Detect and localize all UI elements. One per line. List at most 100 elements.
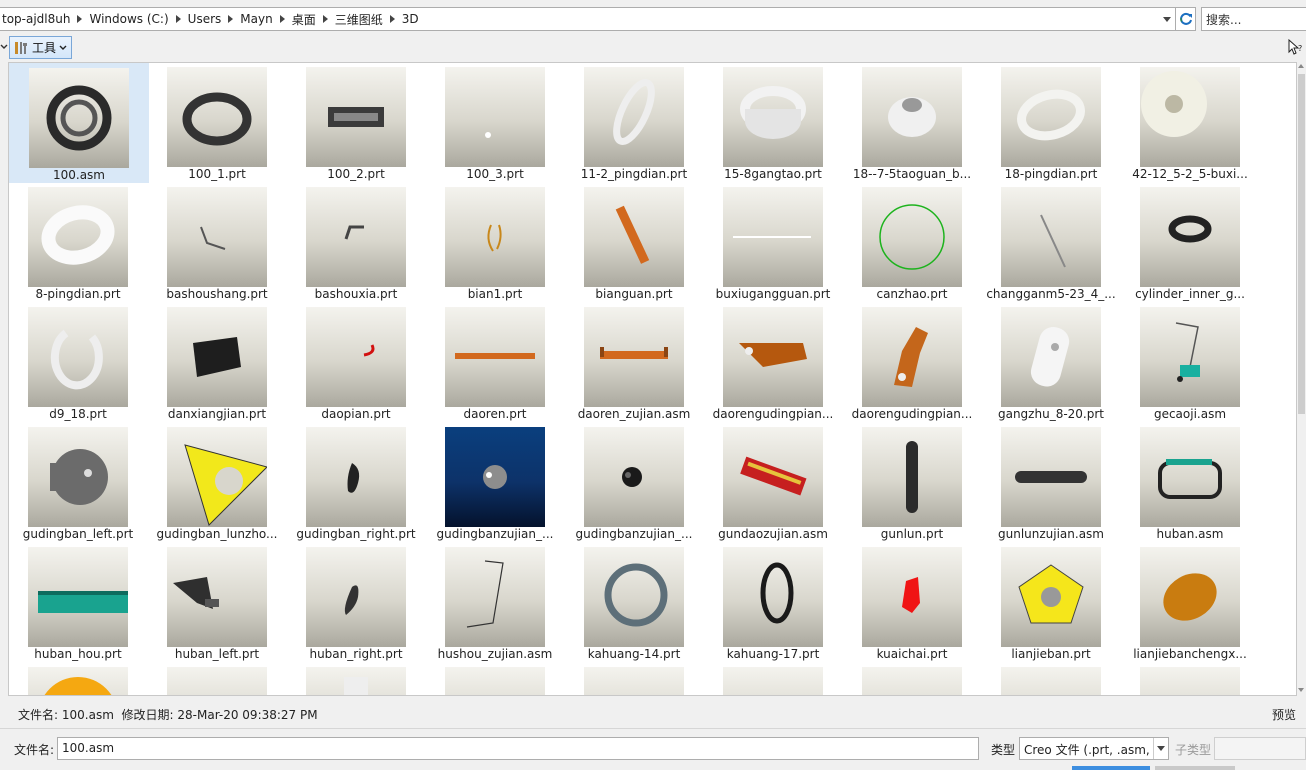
file-name: daoren_zujian.asm — [577, 407, 691, 421]
file-item[interactable]: 100_3.prt — [426, 63, 566, 183]
file-item[interactable]: gudingban_left.prt — [9, 423, 149, 543]
breadcrumb-item[interactable]: Windows (C:) — [89, 12, 168, 26]
file-item[interactable]: daoren.prt — [426, 303, 566, 423]
file-item[interactable]: huban_left.prt — [148, 543, 288, 663]
file-item[interactable] — [426, 663, 566, 695]
file-item[interactable]: kahuang-14.prt — [565, 543, 705, 663]
file-item[interactable]: d9_18.prt — [9, 303, 149, 423]
file-item[interactable]: gudingbanzujian_... — [565, 423, 705, 543]
file-item[interactable]: bianguan.prt — [565, 183, 705, 303]
info-modified-label: 修改日期: — [121, 708, 174, 722]
file-item[interactable]: kuaichai.prt — [843, 543, 983, 663]
tools-menu-button[interactable]: 工具 — [9, 36, 72, 59]
search-input[interactable]: 搜索... — [1201, 7, 1306, 31]
file-type-select[interactable]: Creo 文件 (.prt, .asm, — [1019, 737, 1169, 760]
file-item[interactable]: lianjieban.prt — [982, 543, 1122, 663]
file-item[interactable]: daorengudingpian... — [704, 303, 844, 423]
breadcrumb-item[interactable]: Mayn — [240, 12, 272, 26]
file-item[interactable]: buxiugangguan.prt — [704, 183, 844, 303]
file-item[interactable]: huban_hou.prt — [9, 543, 149, 663]
file-item[interactable]: huban_right.prt — [287, 543, 427, 663]
breadcrumb-item[interactable]: 桌面 — [292, 11, 316, 28]
file-thumbnail — [862, 67, 962, 167]
open-button[interactable] — [1072, 766, 1150, 770]
help-cursor-icon[interactable]: ? — [1288, 39, 1304, 57]
breadcrumb-item[interactable]: Users — [188, 12, 222, 26]
scroll-down-icon[interactable] — [1298, 688, 1304, 692]
file-item[interactable]: changganm5-23_4_... — [982, 183, 1122, 303]
breadcrumb-item[interactable]: 三维图纸 — [335, 11, 383, 28]
file-item[interactable]: bashoushang.prt — [148, 183, 288, 303]
file-item[interactable]: hushou_zujian.asm — [426, 543, 566, 663]
file-thumbnail — [584, 67, 684, 167]
breadcrumb-separator-icon[interactable] — [279, 15, 285, 23]
file-item[interactable]: 15-8gangtao.prt — [704, 63, 844, 183]
file-item[interactable]: 42-12_5-2_5-buxi... — [1121, 63, 1261, 183]
file-item[interactable]: gunlunzujian.asm — [982, 423, 1122, 543]
subtype-select[interactable] — [1214, 737, 1306, 760]
breadcrumb-separator-icon[interactable] — [175, 15, 181, 23]
vertical-scrollbar[interactable] — [1297, 62, 1306, 696]
file-thumbnail — [167, 187, 267, 287]
filename-input[interactable]: 100.asm — [57, 737, 979, 760]
file-item[interactable] — [287, 663, 427, 695]
scrollbar-thumb[interactable] — [1298, 74, 1305, 414]
file-name: gangzhu_8-20.prt — [997, 407, 1104, 421]
breadcrumb-item[interactable]: 3D — [402, 12, 419, 26]
file-item[interactable] — [843, 663, 983, 695]
file-item[interactable] — [9, 663, 149, 695]
cancel-button[interactable] — [1155, 766, 1235, 770]
file-item[interactable]: canzhao.prt — [843, 183, 983, 303]
file-item[interactable]: kahuang-17.prt — [704, 543, 844, 663]
file-item[interactable]: 11-2_pingdian.prt — [565, 63, 705, 183]
file-item[interactable]: gunlun.prt — [843, 423, 983, 543]
file-item[interactable]: gecaoji.asm — [1121, 303, 1261, 423]
scroll-up-icon[interactable] — [1298, 64, 1304, 68]
file-item[interactable]: 18-pingdian.prt — [982, 63, 1122, 183]
file-item[interactable]: 8-pingdian.prt — [9, 183, 149, 303]
file-item[interactable] — [148, 663, 288, 695]
file-item[interactable]: 100_1.prt — [148, 63, 288, 183]
file-item[interactable]: 100.asm — [9, 63, 149, 183]
breadcrumb-separator-icon[interactable] — [389, 15, 395, 23]
breadcrumb-separator-icon[interactable] — [77, 15, 83, 23]
file-thumbnail — [862, 187, 962, 287]
file-item[interactable]: 18--7-5taoguan_b... — [843, 63, 983, 183]
file-item[interactable]: daorengudingpian... — [843, 303, 983, 423]
address-dropdown-button[interactable] — [1161, 8, 1173, 30]
file-item[interactable] — [1121, 663, 1261, 695]
file-item[interactable]: huban.asm — [1121, 423, 1261, 543]
file-view-pane[interactable]: 100.asm 100_1.prt 100_2.prt 100_3.prt 11-2_p… — [8, 62, 1297, 696]
file-name: danxiangjian.prt — [167, 407, 267, 421]
organize-chevron-icon[interactable] — [0, 36, 8, 58]
tools-label: 工具 — [32, 41, 57, 55]
breadcrumb-separator-icon[interactable] — [322, 15, 328, 23]
address-bar[interactable]: top-ajdl8uh Windows (C:) Users Mayn 桌面 三… — [0, 7, 1176, 31]
file-name: kahuang-17.prt — [726, 647, 820, 661]
file-item[interactable]: 100_2.prt — [287, 63, 427, 183]
file-item[interactable] — [982, 663, 1122, 695]
file-item[interactable]: gangzhu_8-20.prt — [982, 303, 1122, 423]
file-item[interactable]: bian1.prt — [426, 183, 566, 303]
file-name: canzhao.prt — [876, 287, 948, 301]
preview-button[interactable]: 预览 — [1272, 706, 1296, 723]
file-thumbnail — [862, 667, 962, 695]
file-item[interactable]: daoren_zujian.asm — [565, 303, 705, 423]
breadcrumb-item[interactable]: top-ajdl8uh — [2, 12, 70, 26]
file-item[interactable]: gudingbanzujian_... — [426, 423, 566, 543]
file-item[interactable] — [565, 663, 705, 695]
file-thumbnail — [28, 667, 128, 695]
file-name: daorengudingpian... — [712, 407, 834, 421]
file-item[interactable]: bashouxia.prt — [287, 183, 427, 303]
refresh-button[interactable] — [1176, 7, 1196, 31]
file-item[interactable]: gudingban_lunzho... — [148, 423, 288, 543]
file-item[interactable]: daopian.prt — [287, 303, 427, 423]
file-item[interactable]: gundaozujian.asm — [704, 423, 844, 543]
file-item[interactable] — [704, 663, 844, 695]
file-item[interactable]: lianjiebanchengx... — [1121, 543, 1261, 663]
file-item[interactable]: gudingban_right.prt — [287, 423, 427, 543]
breadcrumb-separator-icon[interactable] — [228, 15, 234, 23]
file-item[interactable]: danxiangjian.prt — [148, 303, 288, 423]
file-item[interactable]: cylinder_inner_g... — [1121, 183, 1261, 303]
type-dropdown-button[interactable] — [1153, 738, 1168, 759]
